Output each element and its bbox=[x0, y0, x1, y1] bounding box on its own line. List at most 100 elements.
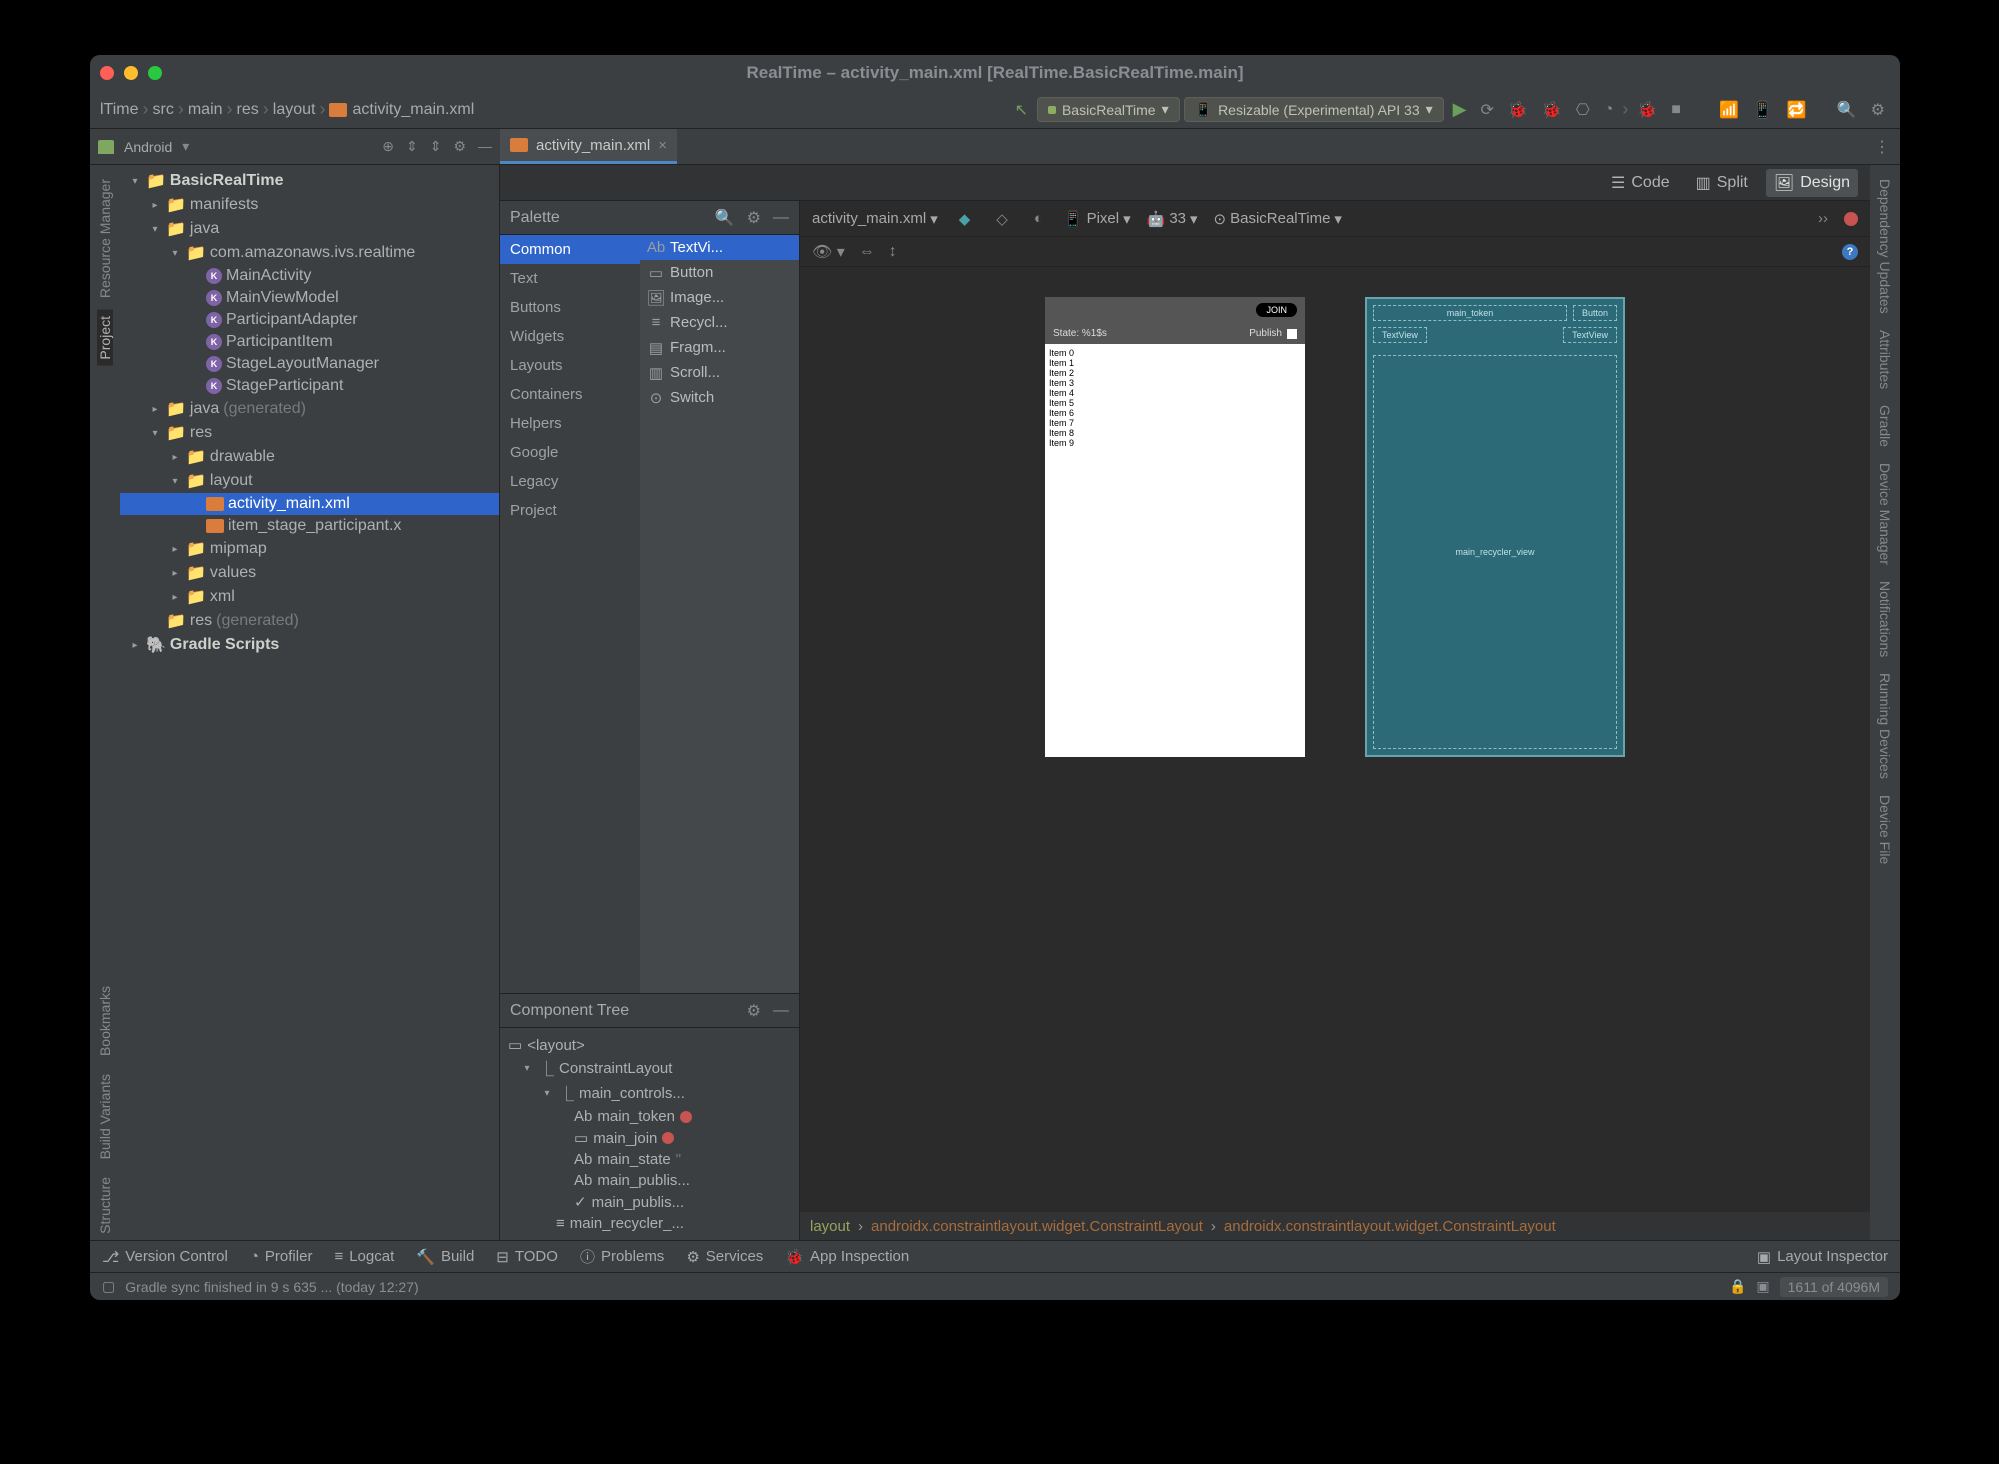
ctree-item[interactable]: <layout> bbox=[527, 1037, 585, 1054]
breadcrumb-part[interactable]: main bbox=[188, 101, 223, 119]
tool-build[interactable]: 🔨 Build bbox=[416, 1248, 474, 1266]
close-tab-icon[interactable]: × bbox=[658, 137, 667, 154]
palette-item-scrollview[interactable]: ▥Scroll... bbox=[640, 360, 799, 385]
tree-file[interactable]: StageLayoutManager bbox=[226, 355, 379, 373]
tool-layout-inspector[interactable]: ▣ Layout Inspector bbox=[1757, 1248, 1888, 1266]
tool-app-inspection[interactable]: 🐞 App Inspection bbox=[785, 1248, 909, 1266]
orientation-icon[interactable]: ◇ bbox=[991, 210, 1013, 228]
expand-icon[interactable]: ⇕ bbox=[406, 138, 418, 155]
memory-indicator[interactable]: 1611 of 4096M bbox=[1780, 1277, 1888, 1297]
zoom-icon[interactable]: ↕ bbox=[889, 243, 897, 261]
window-icon[interactable]: ▢ bbox=[102, 1278, 115, 1295]
palette-item-recycler[interactable]: ≡Recycl... bbox=[640, 310, 799, 335]
tool-services[interactable]: ⚙ Services bbox=[686, 1248, 763, 1266]
breadcrumb-part[interactable]: layout bbox=[273, 101, 316, 119]
mode-design[interactable]: 🖼 Design bbox=[1766, 169, 1858, 197]
palette-cat[interactable]: Buttons bbox=[500, 293, 640, 322]
night-icon[interactable]: ◐ bbox=[1029, 210, 1048, 227]
tree-item[interactable]: values bbox=[210, 564, 256, 582]
palette-item-textview[interactable]: AbTextVi... bbox=[640, 235, 799, 260]
tree-item[interactable]: res bbox=[190, 424, 212, 442]
editor-tab[interactable]: activity_main.xml × bbox=[500, 129, 677, 164]
rail-project[interactable]: Project bbox=[97, 310, 113, 366]
hide-icon[interactable]: — bbox=[773, 1002, 789, 1020]
indexing-icon[interactable]: ▣ bbox=[1756, 1278, 1769, 1295]
sync-icon[interactable]: 🔁 bbox=[1782, 100, 1812, 120]
lock-icon[interactable]: 🔒 bbox=[1729, 1278, 1746, 1295]
attach-debugger-button[interactable]: 🐞 bbox=[1632, 100, 1662, 120]
more-icon[interactable]: ›› bbox=[1818, 210, 1828, 227]
tool-todo[interactable]: ⊟ TODO bbox=[496, 1248, 558, 1266]
palette-cat-common[interactable]: Common bbox=[500, 235, 640, 264]
sdk-icon[interactable]: 📱 bbox=[1748, 100, 1778, 120]
tree-gradle-scripts[interactable]: Gradle Scripts bbox=[170, 636, 279, 654]
apply-changes-button[interactable]: ⟳ bbox=[1475, 100, 1498, 120]
hide-icon[interactable]: — bbox=[773, 209, 789, 227]
palette-cat[interactable]: Project bbox=[500, 496, 640, 525]
tree-file-selected[interactable]: activity_main.xml bbox=[228, 495, 350, 513]
tree-file[interactable]: item_stage_participant.x bbox=[228, 517, 401, 535]
settings-button[interactable]: ⚙ bbox=[1866, 100, 1890, 120]
tree-file[interactable]: ParticipantItem bbox=[226, 333, 333, 351]
palette-cat[interactable]: Google bbox=[500, 438, 640, 467]
theme-dropdown[interactable]: ⊙ BasicRealTime ▾ bbox=[1214, 210, 1342, 228]
palette-item-fragment[interactable]: ▤Fragm... bbox=[640, 335, 799, 360]
rail-gradle[interactable]: Gradle bbox=[1877, 399, 1893, 453]
gear-icon[interactable]: ⚙ bbox=[747, 208, 761, 228]
breadcrumb-part[interactable]: activity_main.xml bbox=[352, 101, 474, 119]
palette-cat[interactable]: Layouts bbox=[500, 351, 640, 380]
breadcrumb-part[interactable]: res bbox=[237, 101, 259, 119]
palette-cat[interactable]: Widgets bbox=[500, 322, 640, 351]
rail-device-manager[interactable]: Device Manager bbox=[1877, 457, 1893, 571]
debug-button[interactable]: 🐞 bbox=[1503, 100, 1533, 120]
project-view-selector[interactable]: Android bbox=[124, 139, 172, 155]
palette-cat[interactable]: Containers bbox=[500, 380, 640, 409]
device-selector[interactable]: 📱 Resizable (Experimental) API 33▾ bbox=[1184, 97, 1444, 122]
rail-bookmarks[interactable]: Bookmarks bbox=[97, 980, 113, 1062]
design-canvas[interactable]: JOIN State: %1$sPublish Item 0 Item 1 It… bbox=[800, 267, 1870, 1212]
rail-build-variants[interactable]: Build Variants bbox=[97, 1068, 113, 1165]
hammer-icon[interactable]: ↖ bbox=[1010, 100, 1033, 120]
tree-item[interactable]: drawable bbox=[210, 448, 275, 466]
breadcrumb-part[interactable]: src bbox=[153, 101, 174, 119]
design-preview[interactable]: JOIN State: %1$sPublish Item 0 Item 1 It… bbox=[1045, 297, 1305, 757]
search-icon[interactable]: 🔍 bbox=[715, 208, 735, 228]
tree-item[interactable]: mipmap bbox=[210, 540, 267, 558]
palette-cat[interactable]: Helpers bbox=[500, 409, 640, 438]
mode-split[interactable]: ▥ Split bbox=[1688, 169, 1756, 197]
device-dropdown[interactable]: 📱 Pixel ▾ bbox=[1064, 210, 1131, 228]
ctree-item[interactable]: main_recycler_... bbox=[570, 1215, 684, 1232]
run-button[interactable]: ▶ bbox=[1448, 99, 1472, 120]
breadcrumb-part[interactable]: lTime bbox=[100, 101, 139, 119]
debug-button-2[interactable]: 🐞 bbox=[1537, 100, 1567, 120]
search-button[interactable]: 🔍 bbox=[1832, 100, 1862, 120]
coverage-button[interactable]: ⎔ bbox=[1571, 100, 1595, 120]
collapse-icon[interactable]: ⇕ bbox=[430, 138, 442, 155]
mode-code[interactable]: ☰ Code bbox=[1603, 169, 1678, 197]
ctree-item[interactable]: main_publis... bbox=[592, 1194, 685, 1211]
ctree-item[interactable]: main_state bbox=[597, 1151, 670, 1168]
tree-file[interactable]: StageParticipant bbox=[226, 377, 343, 395]
tree-file[interactable]: MainViewModel bbox=[226, 289, 339, 307]
tree-root[interactable]: BasicRealTime bbox=[170, 172, 284, 190]
blueprint-preview[interactable]: main_tokenButton TextViewTextView main_r… bbox=[1365, 297, 1625, 757]
rail-running-devices[interactable]: Running Devices bbox=[1877, 667, 1893, 785]
tree-file[interactable]: ParticipantAdapter bbox=[226, 311, 358, 329]
gear-icon[interactable]: ⚙ bbox=[453, 138, 466, 155]
rail-device-file[interactable]: Device File bbox=[1877, 789, 1893, 870]
more-icon[interactable]: ⋮ bbox=[1874, 137, 1890, 157]
rail-structure[interactable]: Structure bbox=[97, 1171, 113, 1240]
target-icon[interactable]: ⊕ bbox=[382, 138, 394, 155]
ctree-item[interactable]: ConstraintLayout bbox=[559, 1060, 672, 1077]
tree-item[interactable]: java bbox=[190, 220, 219, 238]
pan-icon[interactable]: ⇔ bbox=[859, 243, 875, 261]
ctree-item[interactable]: main_join bbox=[593, 1130, 657, 1147]
help-icon[interactable]: ? bbox=[1842, 244, 1858, 260]
tool-problems[interactable]: ⓘ Problems bbox=[580, 1246, 664, 1267]
tree-item[interactable]: manifests bbox=[190, 196, 258, 214]
palette-cat[interactable]: Legacy bbox=[500, 467, 640, 496]
hide-icon[interactable]: — bbox=[478, 138, 492, 155]
stop-button[interactable]: ■ bbox=[1666, 101, 1686, 119]
ctree-item[interactable]: main_controls... bbox=[579, 1085, 685, 1102]
tree-item[interactable]: xml bbox=[210, 588, 235, 606]
